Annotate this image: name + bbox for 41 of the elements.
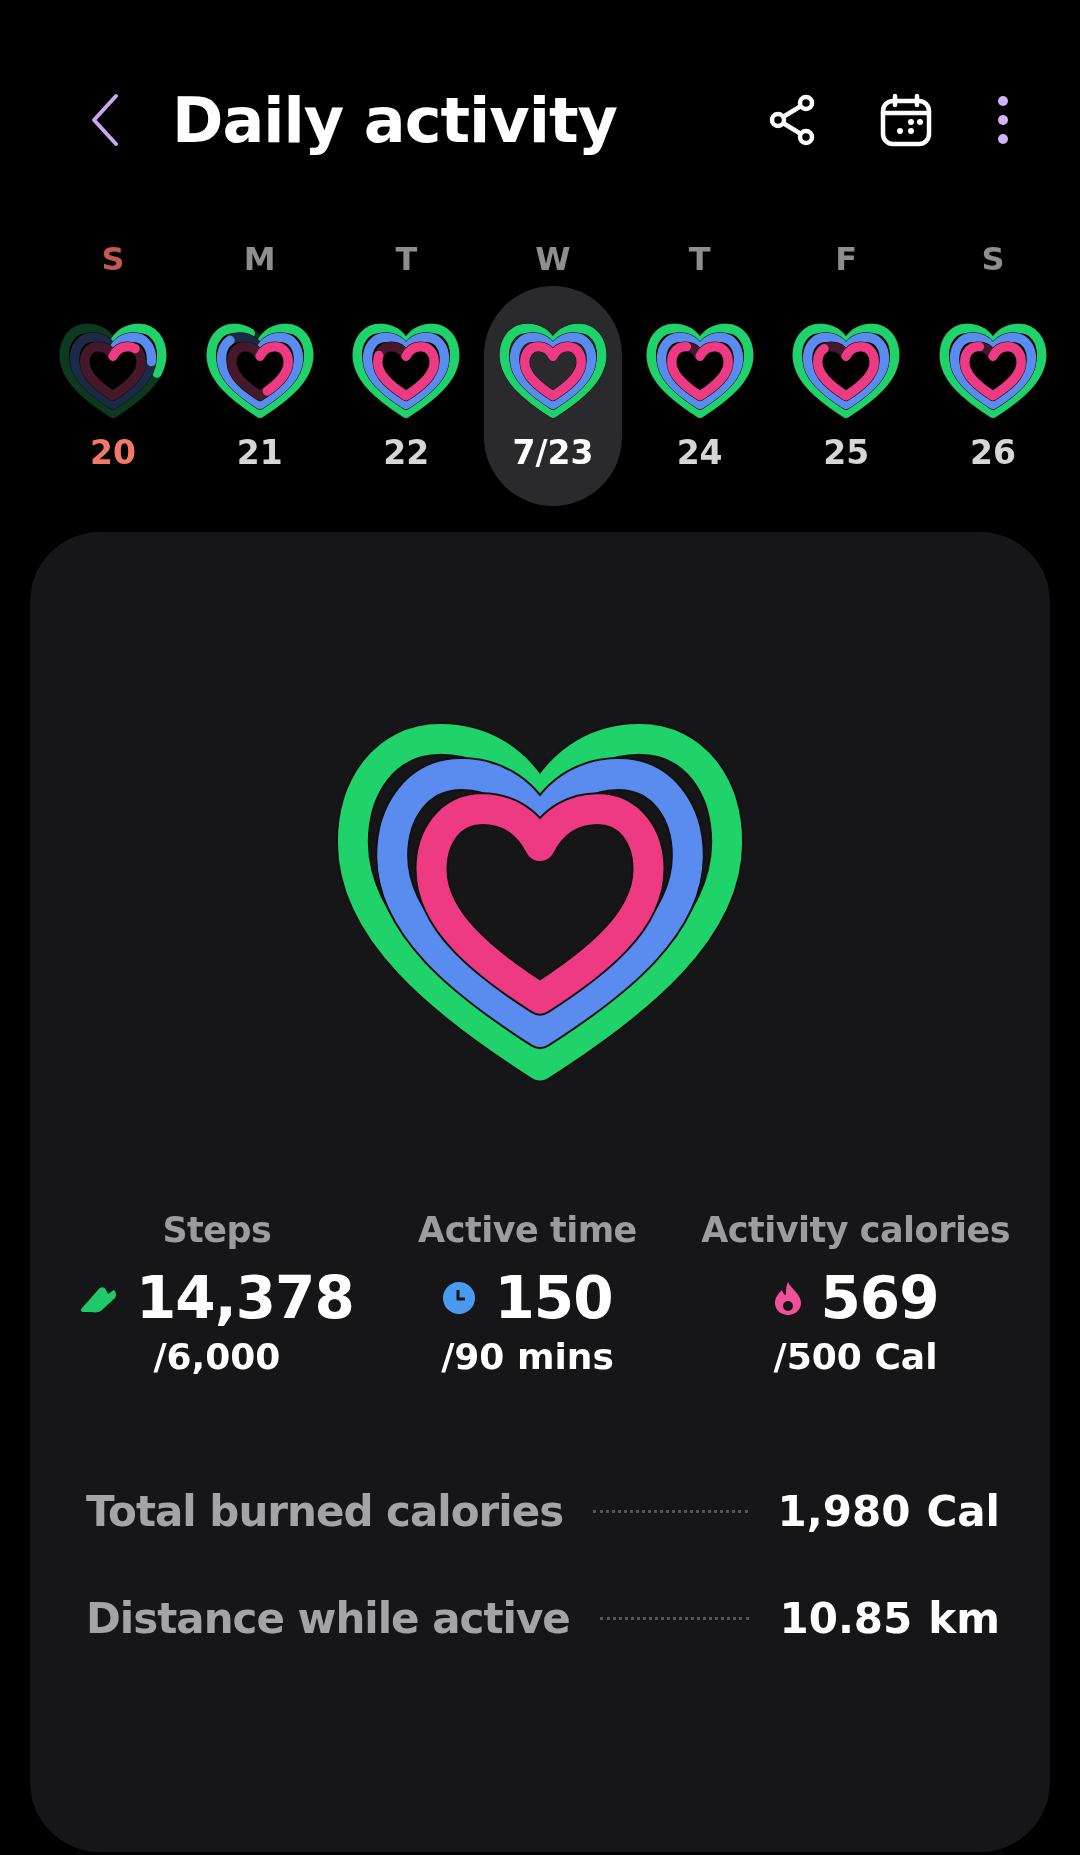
date-label: 20 xyxy=(90,432,136,472)
day-tab[interactable]: 20 xyxy=(44,286,182,506)
day-tab[interactable]: 24 xyxy=(630,286,769,506)
stat-goal: /500 Cal xyxy=(773,1335,938,1377)
stat-value: 150 xyxy=(494,1263,613,1332)
day-tab[interactable]: 21 xyxy=(190,286,329,506)
clock-icon xyxy=(442,1280,477,1315)
total-value: 10.85 xyxy=(779,1593,913,1643)
total-value: 1,980 xyxy=(777,1486,911,1536)
total-label: Distance while active xyxy=(86,1593,570,1643)
day-tab[interactable]: 7/23 xyxy=(483,286,622,506)
stat-goal: /6,000 xyxy=(153,1335,281,1377)
stat-value: 14,378 xyxy=(136,1263,354,1332)
share-button[interactable] xyxy=(768,94,816,146)
stat-value: 569 xyxy=(820,1263,939,1332)
date-label: 21 xyxy=(236,432,283,472)
page-title: Daily activity xyxy=(172,83,618,157)
weekday-label: T xyxy=(395,240,418,278)
day-tab[interactable]: 25 xyxy=(777,286,916,506)
calendar-button[interactable] xyxy=(880,93,932,147)
stat-label: Active time xyxy=(418,1209,637,1250)
weekday-label: T xyxy=(688,240,711,278)
weekday-label: S xyxy=(981,240,1005,278)
stat-goal: /90 mins xyxy=(441,1335,614,1377)
total-unit: km xyxy=(928,1593,1000,1643)
weekday-label: M xyxy=(243,240,276,278)
date-label: 26 xyxy=(969,432,1016,472)
total-unit: Cal xyxy=(926,1486,1000,1536)
date-label: 24 xyxy=(676,432,723,472)
day-tab[interactable]: 26 xyxy=(923,286,1062,506)
weekday-label: W xyxy=(535,240,571,278)
weekday-label: F xyxy=(835,240,858,278)
more-options-button[interactable] xyxy=(996,94,1010,146)
day-tab[interactable]: 22 xyxy=(337,286,476,506)
stat-label: Steps xyxy=(162,1209,272,1250)
weekday-label: S xyxy=(101,240,125,278)
date-label: 25 xyxy=(823,432,870,472)
date-label: 22 xyxy=(383,432,430,472)
date-label: 7/23 xyxy=(512,432,594,472)
total-label: Total burned calories xyxy=(86,1486,564,1536)
stat-label: Activity calories xyxy=(701,1209,1010,1250)
